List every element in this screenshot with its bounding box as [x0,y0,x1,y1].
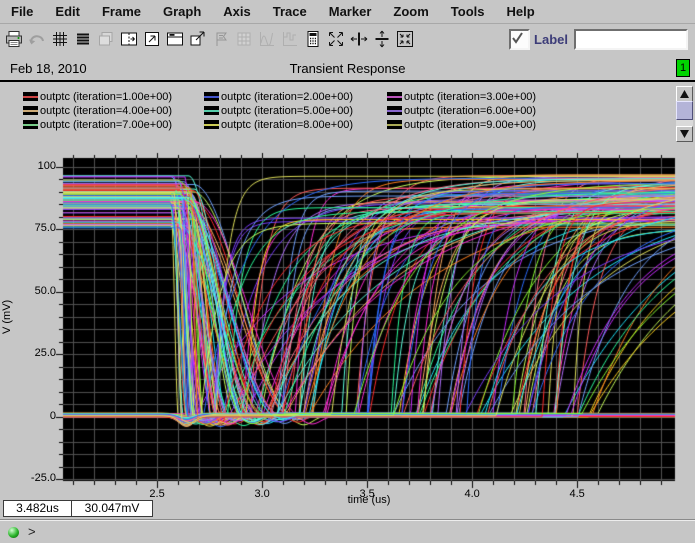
trace-color-swatch [204,106,219,115]
label-checkbox-label: Label [534,32,568,47]
prompt-bar[interactable]: > [0,519,695,543]
trace-color-swatch [387,92,402,101]
status-ball-icon [8,527,19,538]
legend-label: outptc (iteration=4.00e+00) [40,105,172,117]
x-tick-label: 3.0 [237,488,287,500]
trace-color-swatch [387,120,402,129]
legend-label: outptc (iteration=6.00e+00) [404,105,536,117]
scrollbar-down-button[interactable] [676,126,693,142]
legend-item[interactable]: outptc (iteration=1.00e+00) [23,91,204,102]
legend-item[interactable]: outptc (iteration=3.00e+00) [387,91,587,102]
prompt-symbol: > [28,524,36,539]
x-tick-label: 2.5 [132,488,182,500]
wave-strips-icon[interactable] [279,28,301,50]
y-axis-title: V (mV) [1,272,15,362]
swap-window-icon[interactable] [141,28,163,50]
legend-item[interactable]: outptc (iteration=7.00e+00) [23,119,204,130]
label-input[interactable] [574,29,688,50]
trace-color-swatch [23,120,38,129]
menu-graph[interactable]: Graph [152,0,212,19]
cursor-y-readout: 30.047mV [71,500,153,517]
trace-color-swatch [23,106,38,115]
plot-canvas[interactable] [0,142,695,502]
legend: outptc (iteration=1.00e+00) outptc (itera… [23,91,663,130]
arrow-down-icon [680,130,689,138]
trace-color-swatch [23,92,38,101]
zoom-y-icon[interactable] [371,28,393,50]
legend-label: outptc (iteration=2.00e+00) [221,91,353,103]
arrow-up-icon [680,90,689,98]
marker-icon[interactable] [210,28,232,50]
legend-item[interactable]: outptc (iteration=9.00e+00) [387,119,587,130]
legend-label: outptc (iteration=1.00e+00) [40,91,172,103]
legend-item[interactable]: outptc (iteration=2.00e+00) [204,91,387,102]
menu-marker[interactable]: Marker [318,0,383,19]
trace-color-swatch [387,106,402,115]
scrollbar-up-button[interactable] [676,86,693,102]
legend-label: outptc (iteration=7.00e+00) [40,119,172,131]
menu-bar: FileEditFrameGraphAxisTraceMarkerZoomToo… [0,0,695,24]
graph-header: Feb 18, 2010 Transient Response 1 [0,57,695,80]
legend-label: outptc (iteration=3.00e+00) [404,91,536,103]
zoom-fit-icon[interactable] [325,28,347,50]
menu-frame[interactable]: Frame [91,0,152,19]
fit-window-icon[interactable] [394,28,416,50]
legend-item[interactable]: outptc (iteration=4.00e+00) [23,105,204,116]
toolbar [3,26,417,52]
export-window-icon[interactable] [187,28,209,50]
menu-tools[interactable]: Tools [440,0,496,19]
legend-item[interactable]: outptc (iteration=8.00e+00) [204,119,387,130]
x-tick-label: 4.5 [552,488,602,500]
split-window-icon[interactable] [118,28,140,50]
x-axis-title: time (us) [289,494,449,506]
legend-item[interactable]: outptc (iteration=5.00e+00) [204,105,387,116]
trace-color-swatch [204,120,219,129]
wave-overlay-icon[interactable] [256,28,278,50]
scrollbar-thumb[interactable] [676,101,693,120]
table-icon[interactable] [233,28,255,50]
legend-label: outptc (iteration=9.00e+00) [404,119,536,131]
menu-trace[interactable]: Trace [262,0,318,19]
trace-color-swatch [204,92,219,101]
cursor-x-readout: 3.482us [3,500,72,517]
y-tick-label: -25.0 [4,472,56,484]
calculator-icon[interactable] [302,28,324,50]
zoom-x-icon[interactable] [348,28,370,50]
legend-item[interactable]: outptc (iteration=6.00e+00) [387,105,587,116]
x-tick-label: 4.0 [447,488,497,500]
menu-help[interactable]: Help [495,0,545,19]
label-checkbox[interactable] [509,29,530,50]
legend-label: outptc (iteration=5.00e+00) [221,105,353,117]
undo-icon[interactable] [26,28,48,50]
subwindow-badge[interactable]: 1 [676,59,690,77]
plot-section: 2.53.03.54.04.510075.050.025.00-25.0 tim… [0,142,695,502]
check-icon [511,31,524,44]
menu-edit[interactable]: Edit [44,0,91,19]
legend-label: outptc (iteration=8.00e+00) [221,119,353,131]
strips-icon[interactable] [72,28,94,50]
y-tick-label: 100 [4,160,56,172]
menu-axis[interactable]: Axis [212,0,261,19]
print-icon[interactable] [3,28,25,50]
waveform-window: FileEditFrameGraphAxisTraceMarkerZoomToo… [0,0,695,543]
menu-zoom[interactable]: Zoom [382,0,439,19]
y-tick-label: 0 [4,410,56,422]
menu-file[interactable]: File [0,0,44,19]
legend-scrollbar[interactable] [676,86,693,142]
graph-title: Transient Response [0,61,695,76]
y-tick-label: 75.0 [4,222,56,234]
label-group: Label [509,29,688,50]
subwindow-icon[interactable] [164,28,186,50]
header-separator [0,80,695,82]
grid-icon[interactable] [49,28,71,50]
cascade-icon[interactable] [95,28,117,50]
